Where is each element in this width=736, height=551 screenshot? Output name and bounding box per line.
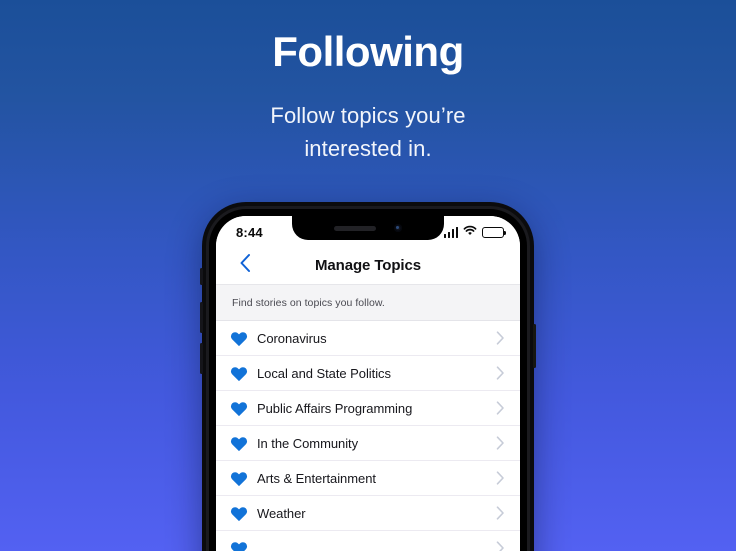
earpiece-speaker-icon: [334, 225, 376, 231]
navigation-bar: Manage Topics: [216, 246, 520, 285]
list-item-label: Coronavirus: [257, 330, 327, 346]
heart-filled-icon[interactable]: [230, 399, 248, 417]
list-item[interactable]: Public Affairs Programming: [216, 391, 520, 426]
volume-up-button[interactable]: [200, 302, 203, 333]
list-section-header-text: Find stories on topics you follow.: [232, 297, 385, 309]
list-section-header: Find stories on topics you follow.: [216, 285, 520, 321]
list-item-label: Local and State Politics: [257, 365, 391, 381]
promo-stage: Following Follow topics you’re intereste…: [0, 0, 736, 551]
heart-filled-icon[interactable]: [230, 504, 248, 522]
wifi-icon: [463, 223, 477, 241]
cellular-signal-icon: [443, 226, 458, 238]
list-item[interactable]: Local and State Politics: [216, 356, 520, 391]
list-item-label: Arts & Entertainment: [257, 470, 376, 486]
phone-screen: 8:44 Manage Topics Find stories on topic…: [216, 216, 520, 551]
list-item-label: In the Community: [257, 435, 359, 451]
status-bar-time: 8:44: [236, 224, 263, 240]
phone-device-mockup: 8:44 Manage Topics Find stories on topic…: [200, 202, 536, 551]
list-item[interactable]: [216, 531, 520, 551]
chevron-right-icon[interactable]: [494, 366, 506, 380]
chevron-right-icon[interactable]: [494, 541, 506, 551]
power-button[interactable]: [533, 324, 536, 368]
list-item-label: Public Affairs Programming: [257, 400, 413, 416]
status-bar-indicators: [443, 223, 507, 241]
phone-notch: [292, 216, 444, 240]
volume-down-button[interactable]: [200, 343, 203, 374]
list-item[interactable]: Arts & Entertainment: [216, 461, 520, 496]
chevron-left-icon: [239, 253, 251, 278]
battery-icon: [482, 226, 507, 238]
page-subtitle: Follow topics you’re interested in.: [0, 100, 736, 165]
list-item[interactable]: Weather: [216, 496, 520, 531]
page-subtitle-line-2: interested in.: [304, 135, 432, 161]
heart-filled-icon[interactable]: [230, 329, 248, 347]
list-item[interactable]: In the Community: [216, 426, 520, 461]
chevron-right-icon[interactable]: [494, 471, 506, 485]
back-button[interactable]: [228, 246, 262, 284]
front-camera-icon: [394, 224, 402, 232]
chevron-right-icon[interactable]: [494, 506, 506, 520]
page-subtitle-line-1: Follow topics you’re: [270, 103, 466, 128]
heart-filled-icon[interactable]: [230, 364, 248, 382]
chevron-right-icon[interactable]: [494, 331, 506, 345]
topic-list: Coronavirus Local and State Politics Pub…: [216, 321, 520, 551]
heart-filled-icon[interactable]: [230, 539, 248, 551]
list-item-label: Weather: [257, 505, 306, 521]
list-item[interactable]: Coronavirus: [216, 321, 520, 356]
mute-switch-button[interactable]: [200, 268, 203, 285]
heart-filled-icon[interactable]: [230, 434, 248, 452]
heart-filled-icon[interactable]: [230, 469, 248, 487]
chevron-right-icon[interactable]: [494, 436, 506, 450]
page-title: Following: [272, 28, 464, 75]
chevron-right-icon[interactable]: [494, 401, 506, 415]
